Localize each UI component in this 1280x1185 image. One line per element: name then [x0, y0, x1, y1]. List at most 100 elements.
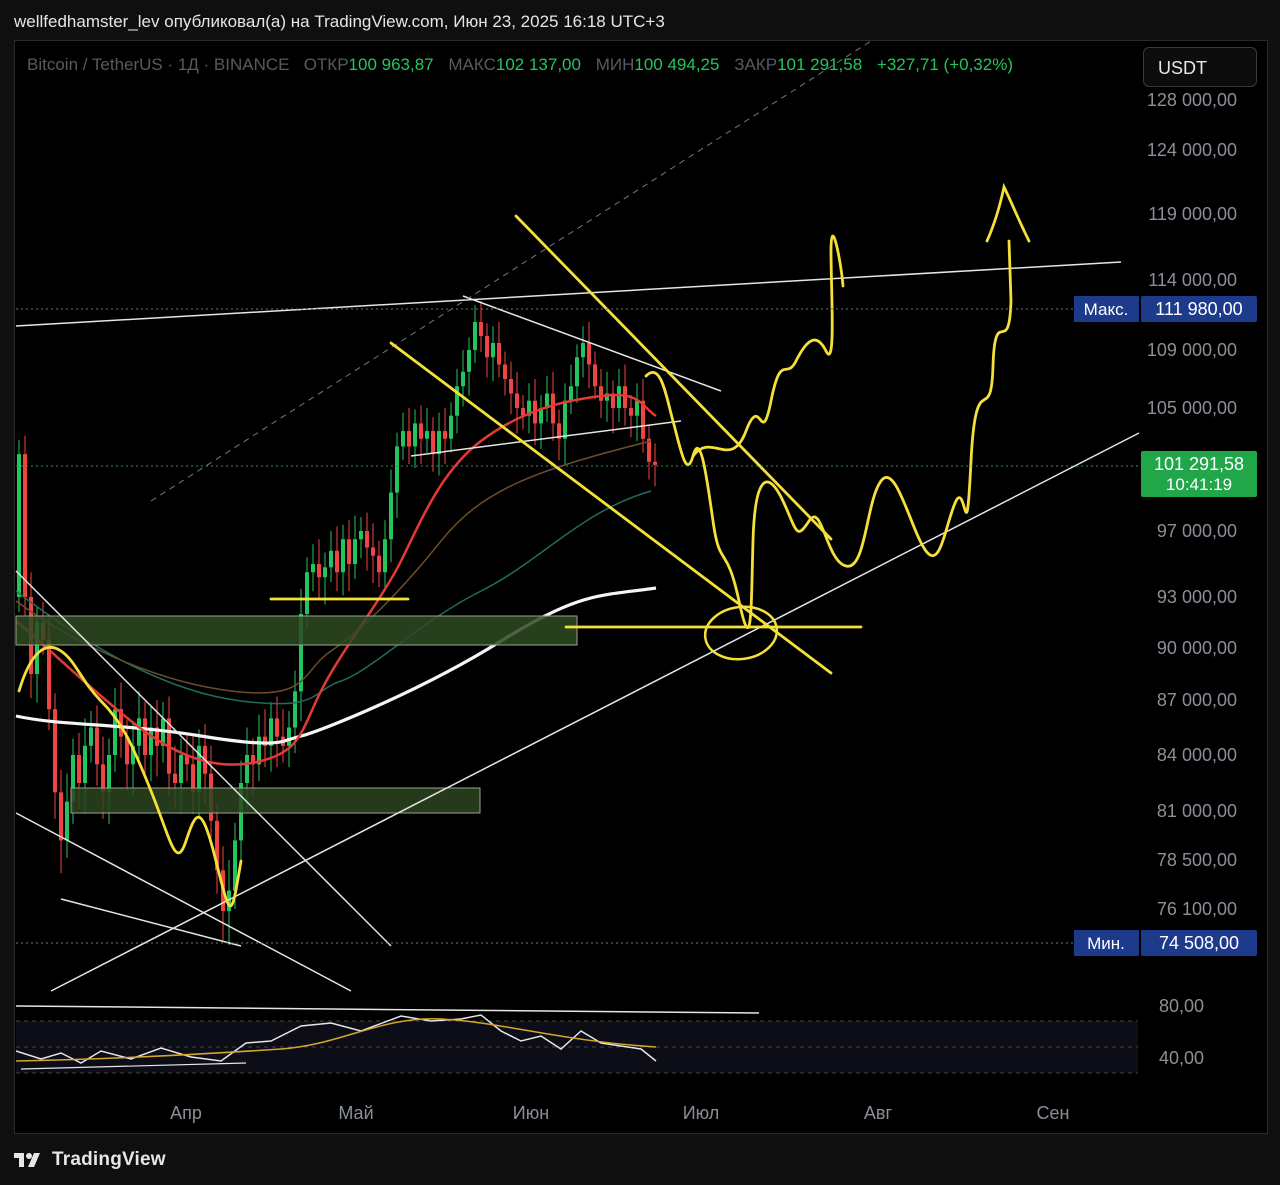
candle-body: [179, 755, 183, 783]
price-axis-label: 114 000,00: [1148, 270, 1237, 290]
candle: [467, 337, 471, 396]
price-axis-label: 90 000,00: [1157, 638, 1237, 658]
badge-value: 101 291,58: [1154, 454, 1244, 474]
time-axis-label: Сен: [1037, 1103, 1070, 1123]
candle: [53, 693, 57, 819]
drawings-layer: [15, 41, 1140, 1074]
candle-body: [401, 431, 405, 447]
candle-body: [437, 431, 441, 455]
candle-body: [503, 364, 507, 379]
candle-body: [599, 386, 603, 401]
channel-top-line: [462, 295, 722, 392]
candle: [599, 368, 603, 418]
candle: [515, 371, 519, 434]
candle: [323, 552, 327, 605]
candle-body: [443, 431, 447, 439]
candle: [635, 383, 639, 442]
yellow-path-short: [691, 234, 845, 458]
candle: [647, 424, 651, 480]
candle: [371, 523, 375, 583]
candle-body: [335, 550, 339, 573]
price-axis-label: 84 000,00: [1157, 745, 1237, 765]
candle-body: [431, 431, 435, 455]
candle: [473, 305, 477, 364]
candle: [65, 773, 69, 859]
price-axis-label: 97 000,00: [1157, 521, 1237, 541]
candle: [59, 769, 63, 874]
candle-body: [473, 322, 477, 350]
candle-body: [419, 423, 423, 439]
chart-panel[interactable]: 128 000,00 124 000,00 119 000,00 114 000,00…: [14, 40, 1268, 1134]
candle-body: [323, 567, 327, 578]
candle-body: [461, 371, 465, 387]
yellow-diagonal-1: [514, 214, 833, 541]
currency-button[interactable]: USDT: [1143, 47, 1257, 87]
candle: [329, 531, 333, 583]
tradingview-logo-icon: [14, 1153, 40, 1167]
candle-body: [89, 727, 93, 746]
candle: [251, 738, 255, 796]
candle-body: [59, 792, 63, 841]
badge-sub: 10:41:19: [1166, 475, 1232, 494]
candle-body: [575, 357, 579, 387]
candle: [641, 379, 645, 453]
time-axis-label: Июн: [513, 1103, 549, 1123]
candle-body: [581, 343, 585, 358]
candle: [587, 322, 591, 389]
candle: [431, 417, 435, 472]
candle: [89, 711, 93, 763]
support-trendline: [50, 432, 1140, 992]
candle: [353, 515, 357, 579]
yellow-arrow-up: [985, 182, 1031, 243]
candle-body: [77, 755, 81, 783]
candle-body: [593, 364, 597, 387]
candle-body: [23, 454, 27, 597]
candle: [497, 322, 501, 378]
high-value: 102 137,00: [495, 55, 581, 74]
candle-body: [389, 492, 393, 540]
open-label: ОТКР: [303, 55, 349, 74]
candle-body: [479, 322, 483, 336]
candle-body: [383, 539, 387, 573]
candle: [335, 526, 339, 592]
candle: [257, 714, 261, 782]
candle-body: [137, 718, 141, 746]
candle-body: [293, 691, 297, 728]
footer: TradingView: [14, 1148, 166, 1172]
candle-body: [359, 531, 363, 540]
candle: [593, 351, 597, 400]
candle-body: [329, 550, 333, 568]
candle: [95, 705, 99, 786]
candle: [215, 803, 219, 894]
candle: [575, 344, 579, 403]
candle-body: [587, 343, 591, 365]
candle-body: [617, 386, 621, 408]
candle: [359, 517, 363, 559]
ma-50-line: [15, 440, 652, 694]
rsi-axis-label: 80,00: [1159, 996, 1204, 1016]
time-axis-label: Апр: [170, 1103, 202, 1123]
candle: [611, 380, 615, 434]
demand-zone-lower: [70, 787, 481, 814]
candle: [341, 524, 345, 596]
candle-body: [515, 393, 519, 408]
candle-body: [629, 408, 633, 416]
candle: [395, 432, 399, 518]
candle-body: [95, 727, 99, 765]
candle: [545, 376, 549, 422]
candle-body: [497, 343, 501, 365]
price-axis-label: 78 500,00: [1157, 850, 1237, 870]
price-chart[interactable]: 128 000,00 124 000,00 119 000,00 114 000,00…: [15, 41, 1267, 1133]
change-value: +327,71 (+0,32%): [876, 55, 1013, 74]
candle-body: [449, 415, 453, 439]
candle-body: [275, 718, 279, 737]
candle-body: [347, 539, 351, 564]
candle: [509, 361, 513, 415]
candle-body: [65, 801, 69, 841]
badge-label: Макс.: [1084, 300, 1129, 319]
candle: [383, 520, 387, 592]
candle: [629, 394, 633, 438]
candle: [119, 682, 123, 758]
time-axis-label: Июл: [683, 1103, 720, 1123]
candle-body: [173, 773, 177, 783]
